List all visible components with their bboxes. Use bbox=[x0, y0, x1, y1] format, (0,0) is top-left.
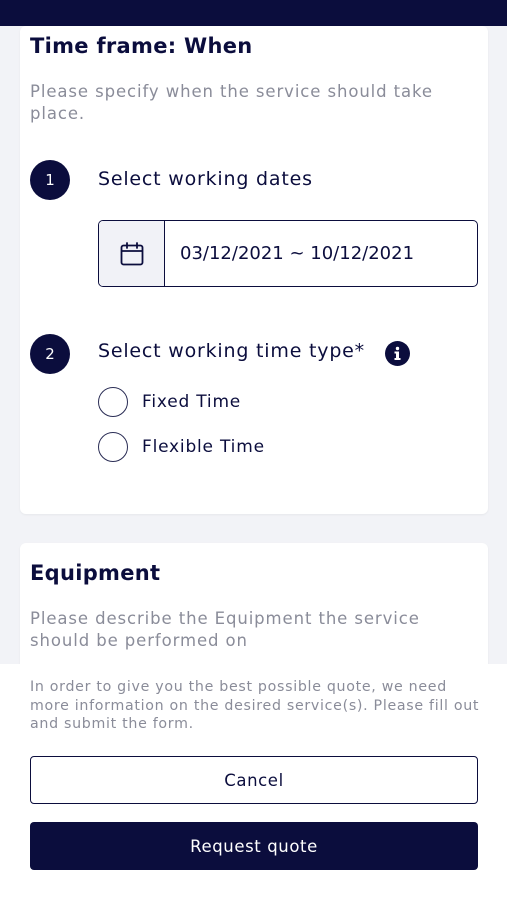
equipment-description: Please describe the Equipment the servic… bbox=[30, 609, 420, 650]
quote-info-text: In order to give you the best possible q… bbox=[30, 679, 480, 732]
timeframe-card: Time frame: When Please specify when the… bbox=[20, 26, 488, 514]
request-quote-button[interactable]: Request quote bbox=[30, 822, 478, 870]
info-glyph bbox=[394, 346, 401, 360]
info-icon[interactable] bbox=[385, 341, 410, 366]
date-range-field[interactable]: 03/12/2021 ~ 10/12/2021 bbox=[98, 220, 478, 287]
radio-label: Flexible Time bbox=[142, 437, 265, 457]
date-range-value: 03/12/2021 ~ 10/12/2021 bbox=[180, 243, 415, 264]
cancel-button[interactable]: Cancel bbox=[30, 756, 478, 804]
radio-button[interactable] bbox=[98, 387, 128, 417]
status-bar bbox=[0, 0, 507, 26]
radio-option-flexible-time[interactable]: Flexible Time bbox=[98, 432, 265, 462]
step-1-badge: 1 bbox=[30, 160, 70, 200]
equipment-card: Equipment Please describe the Equipment … bbox=[20, 543, 488, 683]
step-2-badge: 2 bbox=[30, 334, 70, 374]
bottom-action-panel: In order to give you the best possible q… bbox=[0, 664, 507, 900]
date-picker-button[interactable] bbox=[99, 221, 165, 286]
step-2-label: Select working time type* bbox=[98, 340, 365, 362]
timeframe-description: Please specify when the service should t… bbox=[30, 82, 433, 123]
equipment-title: Equipment bbox=[30, 561, 161, 585]
radio-option-fixed-time[interactable]: Fixed Time bbox=[98, 387, 241, 417]
timeframe-title: Time frame: When bbox=[30, 34, 253, 58]
radio-label: Fixed Time bbox=[142, 392, 242, 412]
step-1-label: Select working dates bbox=[98, 168, 313, 190]
calendar-icon bbox=[120, 241, 143, 265]
radio-button[interactable] bbox=[98, 432, 128, 462]
